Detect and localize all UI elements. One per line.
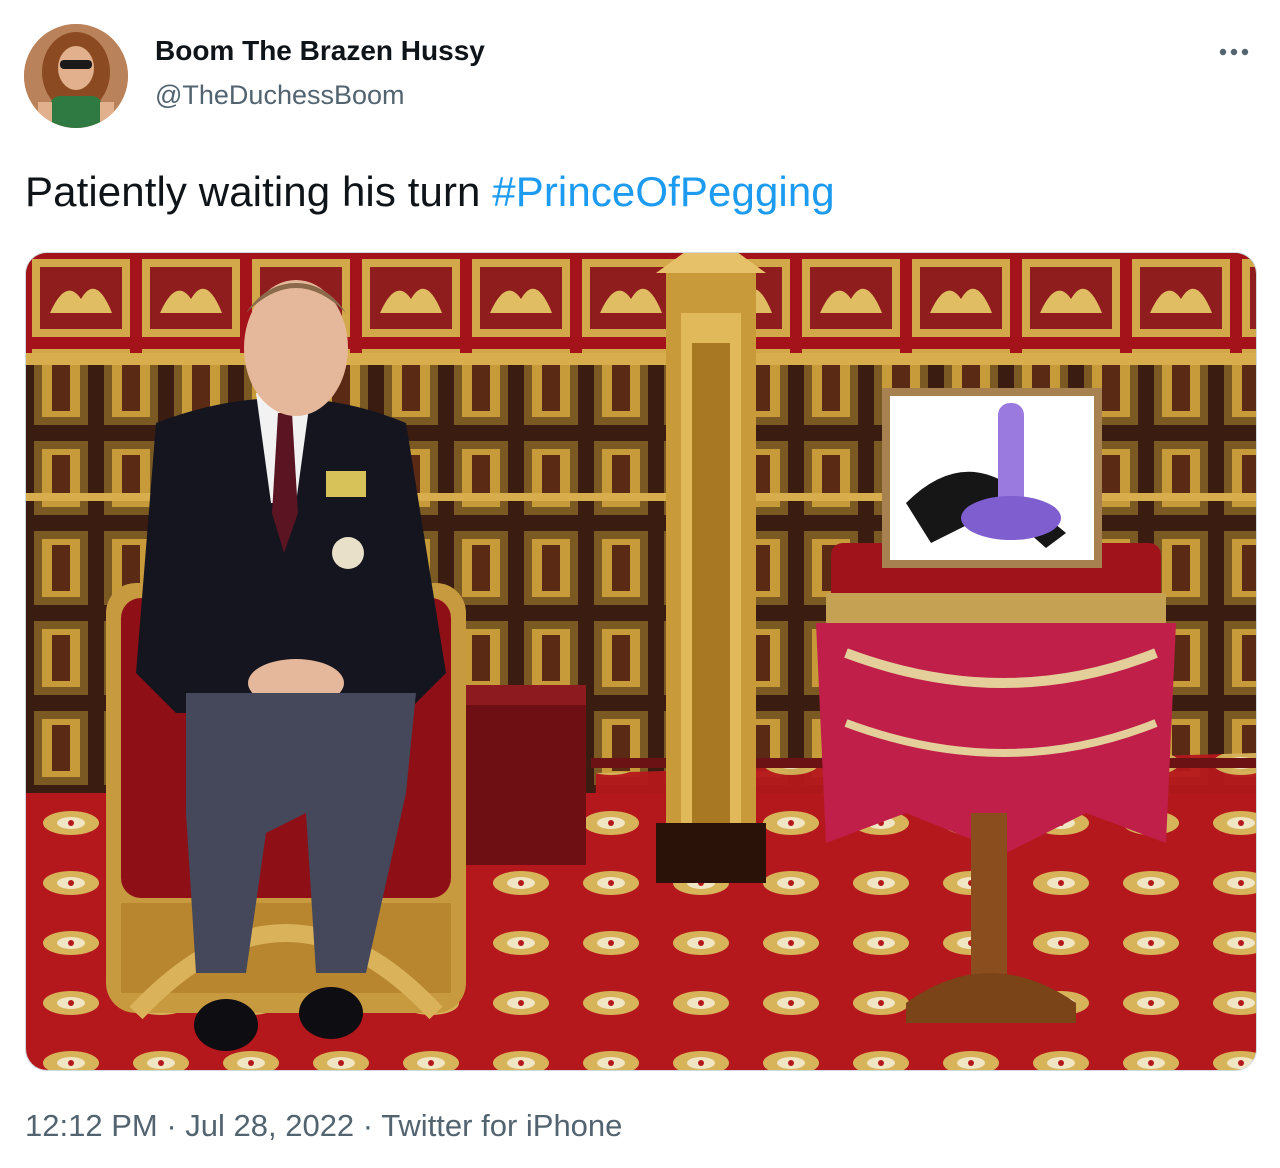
meta-separator: · (157, 1108, 186, 1143)
more-horizontal-icon (1219, 48, 1249, 56)
author-handle[interactable]: @TheDuchessBoom (155, 80, 405, 111)
tweet-date[interactable]: Jul 28, 2022 (185, 1108, 354, 1143)
tweet-text-body: Patiently waiting his turn (25, 168, 493, 215)
more-options-button[interactable] (1212, 34, 1256, 70)
meta-separator: · (354, 1108, 382, 1143)
photo-illustration (26, 253, 1256, 1070)
tweet-time[interactable]: 12:12 PM (25, 1108, 158, 1143)
tweet-text: Patiently waiting his turn #PrinceOfPegg… (25, 168, 835, 216)
hashtag-link[interactable]: #PrinceOfPegging (492, 168, 834, 215)
tweet-media-photo[interactable] (25, 252, 1257, 1071)
tweet-source[interactable]: Twitter for iPhone (381, 1108, 622, 1143)
author-display-name[interactable]: Boom The Brazen Hussy (155, 35, 485, 67)
tweet-meta: 12:12 PM · Jul 28, 2022 · Twitter for iP… (25, 1108, 622, 1144)
avatar-image (24, 24, 128, 128)
author-avatar[interactable] (24, 24, 128, 128)
